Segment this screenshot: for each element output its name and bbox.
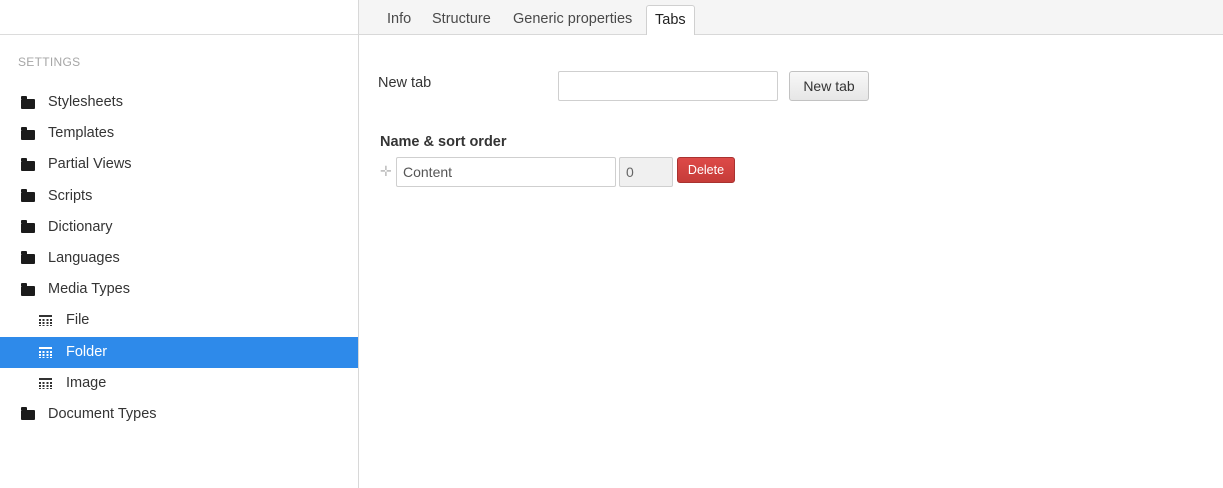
- tree-item-label: Dictionary: [48, 218, 113, 235]
- tab-structure[interactable]: Structure: [424, 5, 499, 34]
- tree-item-stylesheets[interactable]: Stylesheets: [0, 87, 358, 118]
- delete-tab-button[interactable]: Delete: [677, 157, 735, 183]
- tree-item-dictionary[interactable]: Dictionary: [0, 212, 358, 243]
- grid-icon: [37, 337, 53, 368]
- tree-item-media-types[interactable]: Media Types: [0, 274, 358, 305]
- tab-list-heading: Name & sort order: [380, 134, 507, 150]
- folder-icon: [20, 118, 36, 149]
- settings-tree: Stylesheets Templates Partial Views Scri…: [0, 87, 358, 430]
- tab-tabs[interactable]: Tabs: [646, 5, 695, 35]
- tree-item-document-types[interactable]: Document Types: [0, 399, 358, 430]
- tree-item-label: Scripts: [48, 187, 93, 204]
- tab-generic-properties[interactable]: Generic properties: [505, 5, 640, 34]
- tab-name-input[interactable]: [396, 157, 616, 187]
- folder-icon: [20, 399, 36, 430]
- tree-item-image[interactable]: Image: [0, 368, 358, 399]
- tree-item-partial-views[interactable]: Partial Views: [0, 149, 358, 180]
- tree-item-label: Templates: [48, 125, 115, 142]
- tree-item-label: Stylesheets: [48, 94, 123, 110]
- tree-item-label: Media Types: [48, 281, 130, 298]
- tree-item-label: Image: [66, 374, 107, 391]
- new-tab-button[interactable]: New tab: [789, 71, 869, 101]
- tab-bar: Info Structure Generic properties Tabs: [359, 0, 1223, 35]
- new-tab-input[interactable]: [558, 71, 778, 101]
- drag-handle-icon[interactable]: ✛: [380, 164, 392, 178]
- folder-icon: [20, 274, 36, 305]
- sidebar-header-strip: [0, 0, 358, 35]
- grid-icon: [37, 368, 53, 399]
- tab-info[interactable]: Info: [379, 5, 419, 34]
- folder-icon: [20, 243, 36, 274]
- folder-icon: [20, 149, 36, 180]
- tree-item-scripts[interactable]: Scripts: [0, 181, 358, 212]
- folder-icon: [20, 87, 36, 118]
- folder-icon: [20, 212, 36, 243]
- folder-icon: [20, 181, 36, 212]
- tab-sort-order-input[interactable]: [619, 157, 673, 187]
- tree-item-folder[interactable]: Folder: [0, 336, 358, 368]
- tree-item-languages[interactable]: Languages: [0, 243, 358, 274]
- new-tab-label: New tab: [378, 75, 432, 91]
- tree-item-label: Document Types: [48, 405, 157, 422]
- grid-icon: [37, 305, 53, 336]
- tree-item-file[interactable]: File: [0, 305, 358, 336]
- sidebar-section-title: SETTINGS: [18, 55, 81, 69]
- tree-item-templates[interactable]: Templates: [0, 118, 358, 149]
- tree-item-label: Partial Views: [48, 156, 132, 173]
- main-panel: Info Structure Generic properties Tabs N…: [359, 0, 1223, 488]
- tree-item-label: Folder: [66, 343, 108, 360]
- tree-item-label: File: [66, 312, 90, 329]
- sidebar: SETTINGS Stylesheets Templates Partial V…: [0, 0, 359, 488]
- tree-item-label: Languages: [48, 249, 120, 266]
